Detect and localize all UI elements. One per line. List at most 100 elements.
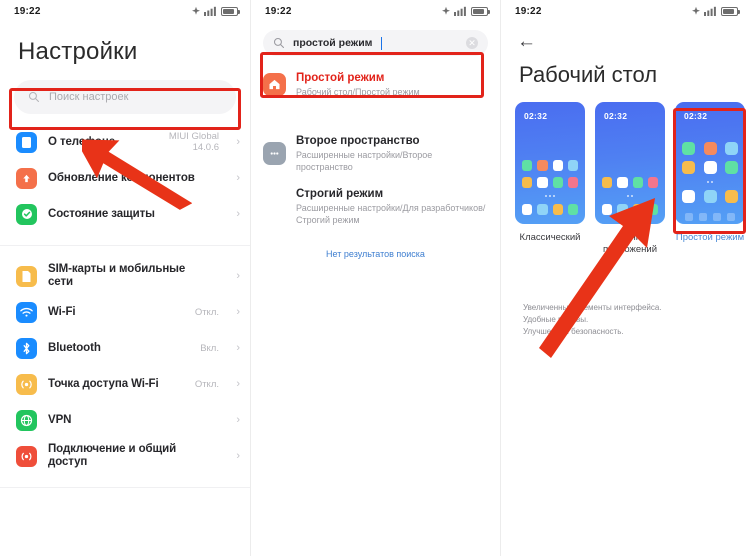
settings-row-label: VPN — [48, 413, 72, 426]
preview-clock: 02:32 — [524, 111, 548, 121]
location-icon — [192, 6, 200, 15]
settings-row-sim-networks[interactable]: SIM-карты и мобильные сети › — [0, 258, 250, 294]
chevron-right-icon: › — [236, 270, 240, 282]
status-bar-1: 19:22 — [0, 0, 250, 22]
app-row — [522, 204, 578, 215]
battery-icon — [471, 6, 490, 16]
settings-row-value: Откл. — [194, 378, 219, 390]
app-row — [682, 190, 738, 203]
phone-preview-classic: 02:32 — [515, 102, 585, 224]
chevron-right-icon: › — [236, 306, 240, 318]
preview-clock: 02:32 — [604, 111, 628, 121]
search-result-strict-mode[interactable]: Строгий режим Расширенные настройки/Для … — [251, 180, 500, 233]
status-icons — [691, 6, 740, 16]
app-row — [522, 177, 578, 188]
mode-label: Классический — [519, 232, 581, 243]
settings-row-label: Состояние защиты — [48, 207, 155, 220]
settings-row-label: Wi-Fi — [48, 305, 76, 318]
search-result-subtitle: Рабочий стол/Простой режим — [296, 87, 420, 97]
mode-option-simple[interactable]: 02:32 Простой режим — [675, 102, 745, 256]
panel-settings: 19:22 Настройки Поиск настроек О телефон… — [0, 0, 250, 556]
page-dots — [602, 195, 658, 197]
update-arrow-icon — [16, 167, 37, 189]
app-grid-classic — [515, 160, 585, 215]
back-button[interactable]: ← — [501, 22, 750, 52]
status-time: 19:22 — [265, 5, 292, 17]
globe-icon — [16, 409, 37, 431]
settings-row-label: SIM-карты и мобильные сети — [48, 263, 186, 288]
search-result-subtitle: Расширенные настройки/Для разработчиков/… — [296, 203, 486, 225]
app-row — [602, 177, 658, 188]
signal-icon — [204, 6, 216, 16]
search-result-second-space[interactable]: Второе пространство Расширенные настройк… — [251, 127, 500, 180]
settings-row-wifi[interactable]: Wi-Fi Откл. › — [0, 294, 250, 330]
app-grid-app-menu — [595, 177, 665, 215]
battery-icon — [721, 6, 740, 16]
dock-bar — [682, 213, 738, 221]
chevron-right-icon: › — [236, 450, 240, 462]
settings-row-security-status[interactable]: Состояние защиты › — [0, 196, 250, 232]
settings-row-value: Откл. — [194, 306, 219, 318]
search-placeholder: Поиск настроек — [49, 91, 129, 103]
location-icon — [442, 6, 450, 15]
chevron-right-icon: › — [236, 136, 240, 148]
search-result-text: Второе пространство Расширенные настройк… — [296, 134, 488, 173]
chevron-right-icon: › — [236, 378, 240, 390]
settings-row-vpn[interactable]: VPN › — [0, 402, 250, 438]
signal-icon — [704, 6, 716, 16]
clear-search-button[interactable]: ✕ — [466, 37, 478, 49]
mode-option-app-menu[interactable]: 02:32 Меню приложений — [595, 102, 665, 256]
phone-preview-app-menu: 02:32 — [595, 102, 665, 224]
text-caret — [381, 36, 383, 50]
settings-row-bluetooth[interactable]: Bluetooth Вкл. › — [0, 330, 250, 366]
app-row — [682, 142, 738, 155]
status-icons — [191, 6, 240, 16]
page-dots — [522, 195, 578, 197]
search-icon — [28, 91, 40, 103]
settings-row-label: Точка доступа Wi-Fi — [48, 377, 159, 390]
search-result-text: Простой режим Рабочий стол/Простой режим — [296, 71, 488, 98]
mode-description: Увеличенные элементы интерфейса. Удобные… — [523, 303, 662, 336]
home-icon — [263, 73, 286, 96]
panel-desktop-modes: 19:22 ← Рабочий стол 02:32 Классический … — [500, 0, 750, 556]
settings-row-label: Bluetooth — [48, 341, 101, 354]
search-result-title: Простой режим — [296, 72, 385, 84]
settings-list: О телефоне MIUI Global 14.0.6 › Обновлен… — [0, 124, 250, 488]
chevron-right-icon: › — [236, 342, 240, 354]
share-connection-icon — [16, 445, 37, 467]
settings-row-label: Подключение и общий доступ — [48, 443, 177, 468]
three-panel-tutorial: 19:22 Настройки Поиск настроек О телефон… — [0, 0, 750, 556]
settings-row-connection-sharing[interactable]: Подключение и общий доступ › — [0, 438, 250, 474]
status-bar-2: 19:22 — [251, 0, 500, 22]
chevron-right-icon: › — [236, 208, 240, 220]
search-result-title: Второе пространство — [296, 135, 420, 147]
app-row — [682, 161, 738, 174]
settings-row-about-phone[interactable]: О телефоне MIUI Global 14.0.6 › — [0, 124, 250, 160]
settings-row-components-update[interactable]: Обновление компонентов › — [0, 160, 250, 196]
settings-row-hotspot[interactable]: Точка доступа Wi-Fi Откл. › — [0, 366, 250, 402]
app-row — [602, 204, 658, 215]
signal-icon — [454, 6, 466, 16]
hotspot-icon — [16, 373, 37, 395]
bluetooth-icon — [16, 337, 37, 359]
mode-label: Меню приложений — [602, 232, 658, 255]
sim-card-icon — [16, 265, 37, 287]
chevron-right-icon: › — [236, 172, 240, 184]
wifi-icon — [16, 301, 37, 323]
page-dots — [682, 181, 738, 183]
status-icons — [441, 6, 490, 16]
second-space-icon — [263, 142, 286, 165]
settings-row-value: MIUI Global 14.0.6 — [168, 131, 219, 153]
page-title: Настройки — [18, 38, 138, 65]
preview-clock: 02:32 — [684, 111, 708, 121]
settings-row-label: О телефоне — [48, 135, 115, 148]
search-result-simple-mode[interactable]: Простой режим Рабочий стол/Простой режим — [251, 64, 500, 105]
search-settings-input[interactable]: Поиск настроек — [14, 80, 236, 114]
search-query-input[interactable]: простой режим ✕ — [263, 30, 488, 56]
shield-check-icon — [16, 203, 37, 225]
settings-row-value: Вкл. — [200, 342, 219, 354]
app-grid-simple — [675, 142, 745, 203]
search-result-subtitle: Расширенные настройки/Второе пространств… — [296, 150, 433, 172]
status-bar-3: 19:22 — [501, 0, 750, 22]
mode-option-classic[interactable]: 02:32 Классический — [515, 102, 585, 256]
